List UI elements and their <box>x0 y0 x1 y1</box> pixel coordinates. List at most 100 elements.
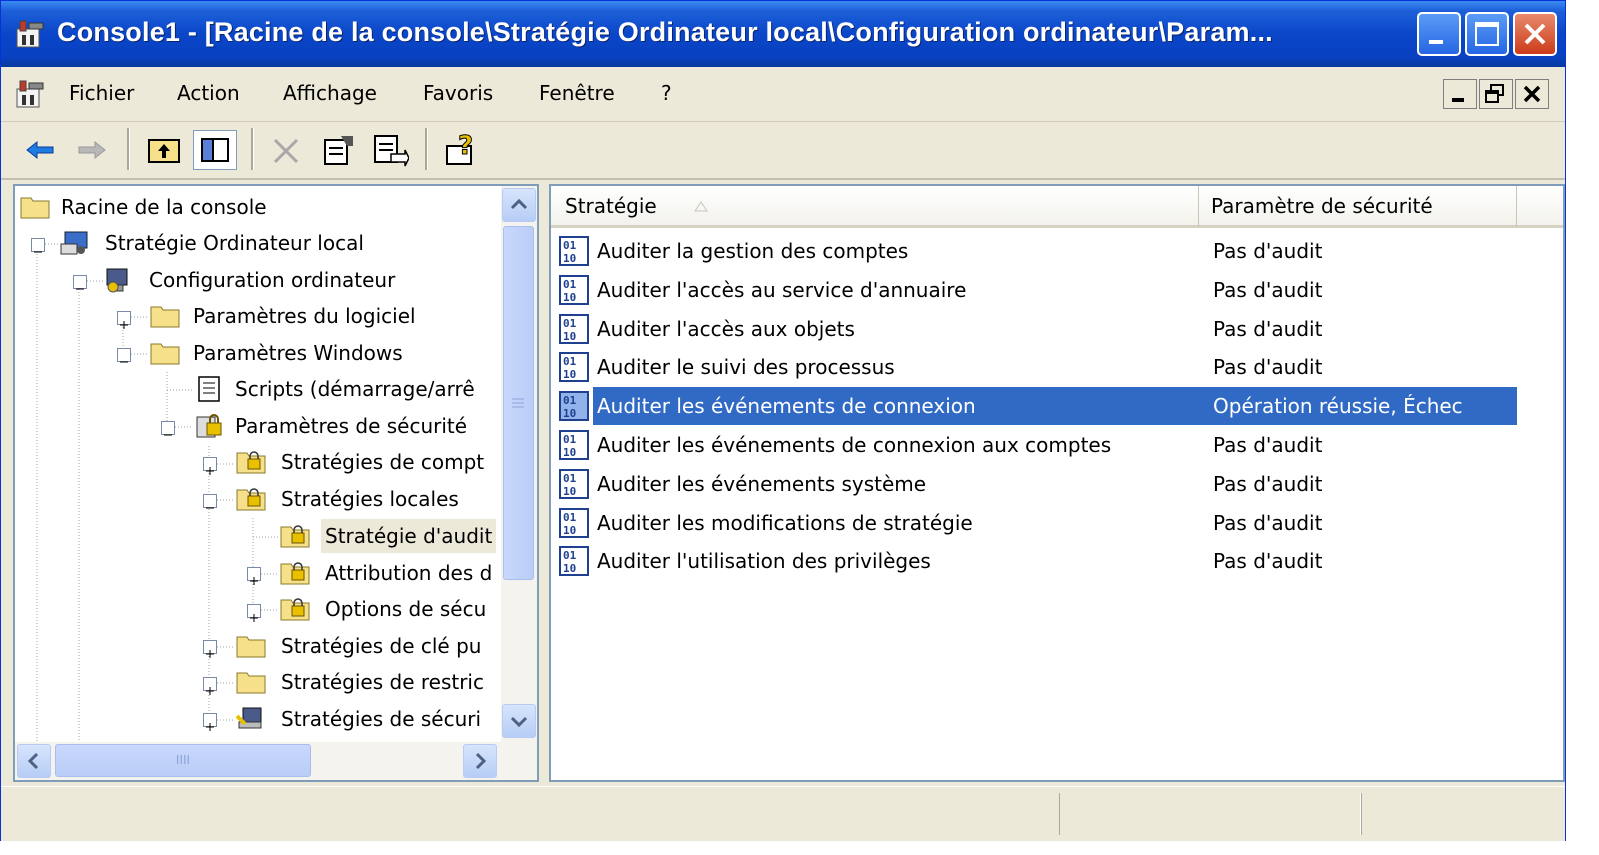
scroll-up-button[interactable] <box>502 188 536 222</box>
properties-icon[interactable] <box>319 132 357 168</box>
policy-setting: Pas d'audit <box>1213 239 1323 263</box>
tree-item-label: Stratégies de sécuri <box>281 707 482 731</box>
svg-text:01: 01 <box>563 433 577 446</box>
scroll-down-button[interactable] <box>502 704 536 738</box>
mdi-close-button[interactable] <box>1515 79 1549 109</box>
column-header-setting[interactable]: Paramètre de sécurité <box>1199 186 1517 228</box>
maximize-button[interactable] <box>1465 12 1509 56</box>
console-tree-pane[interactable]: Racine de la console Stratégie Ordinateu… <box>13 184 539 782</box>
policy-item-icon: 0110 <box>559 507 589 538</box>
mdi-restore-button[interactable] <box>1479 79 1513 109</box>
policy-setting: Pas d'audit <box>1213 355 1323 380</box>
status-segment <box>1059 793 1361 835</box>
script-icon <box>198 376 220 402</box>
mmc-window: Console1 - [Racine de la console\Stratég… <box>0 0 1566 841</box>
close-icon <box>1523 85 1541 103</box>
collapse-toggle[interactable] <box>203 494 217 509</box>
collapse-toggle[interactable] <box>161 421 175 436</box>
column-header-label: Paramètre de sécurité <box>1211 194 1433 218</box>
policy-name: Auditer les modifications de stratégie <box>597 510 973 535</box>
mmc-app-icon <box>16 20 44 48</box>
expand-toggle[interactable] <box>247 604 261 622</box>
list-item[interactable]: 01 10 Auditer le suivi des processus Pas d'… <box>551 348 1519 386</box>
minimize-button[interactable] <box>1417 12 1461 56</box>
list-item[interactable]: 01 10 Auditer les événements système Pas d'… <box>551 465 1519 503</box>
close-button[interactable] <box>1513 12 1557 56</box>
expand-toggle[interactable] <box>203 677 217 695</box>
policy-setting: Pas d'audit <box>1213 471 1323 496</box>
tree-item-label: Configuration ordinateur <box>149 268 396 292</box>
scroll-left-button[interactable] <box>17 744 51 778</box>
tree-horizontal-scrollbar[interactable]: IIII <box>15 742 537 780</box>
svg-text:10: 10 <box>563 562 576 575</box>
tree-item-label: Stratégie Ordinateur local <box>105 231 364 255</box>
delete-icon[interactable] <box>267 132 305 168</box>
scroll-thumb[interactable] <box>503 226 534 580</box>
policy-name: Auditer l'utilisation des privilèges <box>597 549 931 574</box>
expand-toggle[interactable] <box>203 640 217 658</box>
tree-item-label: Stratégies locales <box>281 487 459 511</box>
minimize-icon <box>1452 98 1464 102</box>
expand-toggle[interactable] <box>117 311 131 329</box>
list-item[interactable]: 01 10 Auditer les modifications de stratég… <box>551 504 1519 542</box>
locked-folder-icon <box>236 451 266 474</box>
tree-vertical-scrollbar[interactable] <box>501 186 537 742</box>
policy-setting: Pas d'audit <box>1213 277 1323 302</box>
tree-item-label: Attribution des d <box>325 561 493 585</box>
show-hide-tree-button[interactable] <box>193 130 237 170</box>
back-icon[interactable] <box>21 132 59 168</box>
scroll-thumb[interactable]: IIII <box>55 744 311 777</box>
menu-fichier[interactable]: Fichier <box>69 81 134 105</box>
details-pane[interactable]: Stratégie Paramètre de sécurité 01 10 Audi… <box>549 184 1565 782</box>
mmc-doc-icon[interactable] <box>15 79 47 109</box>
status-bar <box>1 786 1565 841</box>
list-item[interactable]: 01 10 Auditer les événements de connexion O… <box>551 387 1519 426</box>
locked-folder-icon <box>280 598 310 621</box>
locked-folder-icon <box>280 525 310 548</box>
svg-text:01: 01 <box>563 355 577 368</box>
svg-text:10: 10 <box>563 446 576 459</box>
collapse-toggle[interactable] <box>117 348 131 363</box>
tree-item-label: Options de sécu <box>325 597 487 621</box>
menu-affichage[interactable]: Affichage <box>283 81 377 105</box>
folder-icon <box>150 343 180 365</box>
chevron-up-icon <box>510 198 528 210</box>
list-item[interactable]: 01 10 Auditer la gestion des comptes Pas d'… <box>551 232 1519 270</box>
list-item[interactable]: 01 10 Auditer l'accès au service d'annuair… <box>551 271 1519 309</box>
scroll-right-button[interactable] <box>463 744 497 778</box>
expand-toggle[interactable] <box>203 457 217 475</box>
folder-icon <box>150 306 180 328</box>
menu-favoris[interactable]: Favoris <box>423 81 493 105</box>
export-list-icon[interactable] <box>371 132 409 168</box>
svg-text:10: 10 <box>563 485 576 498</box>
grip-icon: IIII <box>175 753 191 767</box>
chevron-down-icon <box>510 716 528 728</box>
collapse-toggle[interactable] <box>73 275 87 290</box>
column-header-policy[interactable]: Stratégie <box>551 186 1199 228</box>
list-item[interactable]: 01 10 Auditer l'accès aux objets Pas d'audi… <box>551 310 1519 348</box>
list-item[interactable]: 01 10 Auditer l'utilisation des privilèges… <box>551 542 1519 580</box>
folder-icon <box>236 672 266 694</box>
menu-fenetre[interactable]: Fenêtre <box>539 81 615 105</box>
svg-text:10: 10 <box>563 291 576 304</box>
menu-action[interactable]: Action <box>177 81 240 105</box>
locked-folder-icon <box>280 562 310 585</box>
title-bar[interactable]: Console1 - [Racine de la console\Stratég… <box>1 1 1565 67</box>
computer-policy-icon <box>60 231 88 255</box>
tree-item-label: Stratégies de restric <box>281 670 484 694</box>
forward-icon[interactable] <box>73 132 111 168</box>
mdi-minimize-button[interactable] <box>1443 79 1477 109</box>
tree-item-label: Paramètres Windows <box>193 341 403 365</box>
policy-item-icon: 0110 <box>559 546 589 577</box>
list-item[interactable]: 01 10 Auditer les événements de connexion … <box>551 426 1519 464</box>
menu-help[interactable]: ? <box>661 81 672 105</box>
svg-text:10: 10 <box>563 368 576 381</box>
collapse-toggle[interactable] <box>31 238 45 253</box>
expand-toggle[interactable] <box>247 567 261 585</box>
help-icon[interactable]: ? <box>443 132 481 168</box>
up-folder-icon[interactable] <box>145 132 183 168</box>
svg-text:10: 10 <box>563 252 576 265</box>
tree-item-label: Stratégies de compt <box>281 450 485 474</box>
policy-item-icon: 0110 <box>559 430 589 460</box>
expand-toggle[interactable] <box>203 713 217 731</box>
